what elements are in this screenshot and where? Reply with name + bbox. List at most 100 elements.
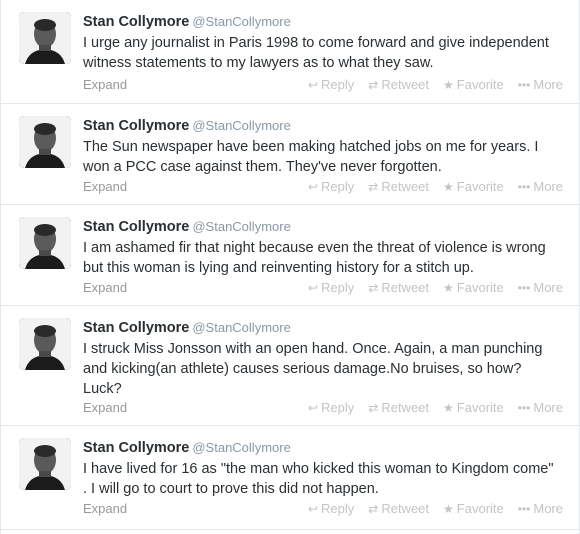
tweet-text: I urge any journalist in Paris 1998 to c… xyxy=(83,35,549,71)
retweet-icon: ⇄ xyxy=(368,77,379,92)
tweet[interactable]: Stan Collymore @StanCollymore I have live… xyxy=(1,426,579,530)
reply-button[interactable]: ↩ Reply xyxy=(308,280,354,295)
retweet-icon: ⇄ xyxy=(368,501,379,516)
retweet-label: Retweet xyxy=(381,77,430,92)
tweet-text: The Sun newspaper have been making hatch… xyxy=(83,139,539,175)
more-label: More xyxy=(533,179,563,194)
more-button[interactable]: ••• More xyxy=(518,280,563,295)
fullname[interactable]: Stan Collymore xyxy=(83,219,189,235)
fullname[interactable]: Stan Collymore xyxy=(83,118,189,134)
username[interactable]: @StanCollymore xyxy=(192,320,290,335)
retweet-button[interactable]: ⇄ Retweet xyxy=(368,501,429,516)
tweet-text: I am ashamed fir that night because even… xyxy=(83,240,546,276)
favorite-button[interactable]: ★ Favorite xyxy=(443,280,504,295)
retweet-label: Retweet xyxy=(381,179,430,194)
retweet-button[interactable]: ⇄ Retweet xyxy=(368,179,429,194)
star-icon: ★ xyxy=(443,501,454,516)
favorite-button[interactable]: ★ Favorite xyxy=(443,400,504,415)
tweet-actions: ↩ Reply ⇄ Retweet ★ Favorite ••• More xyxy=(294,280,563,295)
tweet[interactable]: Stan Collymore @StanCollymore I urge any … xyxy=(1,0,579,104)
timeline: Stan Collymore @StanCollymore I urge any … xyxy=(0,0,580,534)
retweet-button[interactable]: ⇄ Retweet xyxy=(368,280,429,295)
retweet-icon: ⇄ xyxy=(368,400,379,415)
tweet-footer: Expand ↩ Reply ⇄ Retweet ★ Favorite ••• More xyxy=(83,179,563,197)
more-label: More xyxy=(533,501,563,516)
reply-icon: ↩ xyxy=(307,77,319,92)
expand-link[interactable]: Expand xyxy=(83,400,127,415)
tweet-footer: Expand ↩ Reply ⇄ Retweet ★ Favorite ••• More xyxy=(83,280,563,298)
favorite-label: Favorite xyxy=(456,501,504,516)
tweet-actions: ↩ Reply ⇄ Retweet ★ Favorite ••• More xyxy=(294,400,563,415)
tweet[interactable]: Stan Collymore @StanCollymore I am ashame… xyxy=(1,205,579,306)
more-button[interactable]: ••• More xyxy=(518,179,563,194)
username[interactable]: @StanCollymore xyxy=(192,219,290,234)
reply-button[interactable]: ↩ Reply xyxy=(308,179,354,194)
tweet-content: Stan Collymore @StanCollymore I struck Mi… xyxy=(83,318,559,399)
tweet-actions: ↩ Reply ⇄ Retweet ★ Favorite ••• More xyxy=(294,179,563,194)
expand-link[interactable]: Expand xyxy=(83,77,127,92)
favorite-label: Favorite xyxy=(456,179,504,194)
star-icon: ★ xyxy=(443,400,454,415)
fullname[interactable]: Stan Collymore xyxy=(83,14,189,30)
username[interactable]: @StanCollymore xyxy=(192,14,290,29)
tweet-footer: Expand ↩ Reply ⇄ Retweet ★ Favorite ••• More xyxy=(83,501,563,519)
avatar[interactable] xyxy=(19,116,71,168)
expand-link[interactable]: Expand xyxy=(83,280,127,295)
retweet-label: Retweet xyxy=(381,501,430,516)
fullname[interactable]: Stan Collymore xyxy=(83,440,189,456)
expand-link[interactable]: Expand xyxy=(83,179,127,194)
tweet-footer: Expand ↩ Reply ⇄ Retweet ★ Favorite ••• More xyxy=(83,400,563,418)
more-button[interactable]: ••• More xyxy=(518,400,563,415)
more-label: More xyxy=(533,77,563,92)
tweet-actions: ↩ Reply ⇄ Retweet ★ Favorite ••• More xyxy=(294,501,563,516)
reply-label: Reply xyxy=(321,280,355,295)
tweet-content: Stan Collymore @StanCollymore I am ashame… xyxy=(83,217,559,278)
retweet-label: Retweet xyxy=(381,400,430,415)
avatar[interactable] xyxy=(19,12,71,64)
tweet[interactable]: Stan Collymore @StanCollymore I struck Mi… xyxy=(1,306,579,426)
reply-label: Reply xyxy=(321,400,355,415)
retweet-button[interactable]: ⇄ Retweet xyxy=(368,400,429,415)
avatar[interactable] xyxy=(19,318,71,370)
reply-label: Reply xyxy=(321,501,355,516)
tweet-content: Stan Collymore @StanCollymore I have live… xyxy=(83,438,559,499)
fullname[interactable]: Stan Collymore xyxy=(83,320,189,336)
avatar[interactable] xyxy=(19,217,71,269)
tweet-text: I have lived for 16 as "the man who kick… xyxy=(83,461,554,497)
more-button[interactable]: ••• More xyxy=(518,501,563,516)
ellipsis-icon: ••• xyxy=(517,179,531,194)
more-button[interactable]: ••• More xyxy=(518,77,563,92)
reply-button[interactable]: ↩ Reply xyxy=(308,400,354,415)
username[interactable]: @StanCollymore xyxy=(192,440,290,455)
tweet-header: Stan Collymore @StanCollymore xyxy=(83,217,559,236)
tweet-header: Stan Collymore @StanCollymore xyxy=(83,116,559,135)
reply-button[interactable]: ↩ Reply xyxy=(308,77,354,92)
star-icon: ★ xyxy=(443,179,454,194)
username[interactable]: @StanCollymore xyxy=(192,118,290,133)
reply-icon: ↩ xyxy=(307,179,319,194)
reply-icon: ↩ xyxy=(307,501,319,516)
reply-icon: ↩ xyxy=(307,280,319,295)
avatar[interactable] xyxy=(19,438,71,490)
star-icon: ★ xyxy=(443,77,454,92)
tweet-actions: ↩ Reply ⇄ Retweet ★ Favorite ••• More xyxy=(294,77,563,92)
favorite-button[interactable]: ★ Favorite xyxy=(443,179,504,194)
tweet-content: Stan Collymore @StanCollymore The Sun new… xyxy=(83,116,559,177)
reply-icon: ↩ xyxy=(307,400,319,415)
ellipsis-icon: ••• xyxy=(517,400,531,415)
retweet-label: Retweet xyxy=(381,280,430,295)
retweet-button[interactable]: ⇄ Retweet xyxy=(368,77,429,92)
favorite-button[interactable]: ★ Favorite xyxy=(443,77,504,92)
tweet-text: I struck Miss Jonsson with an open hand.… xyxy=(83,341,543,397)
expand-link[interactable]: Expand xyxy=(83,501,127,516)
favorite-label: Favorite xyxy=(456,77,504,92)
tweet-header: Stan Collymore @StanCollymore xyxy=(83,438,559,457)
tweet-header: Stan Collymore @StanCollymore xyxy=(83,318,559,337)
ellipsis-icon: ••• xyxy=(517,77,531,92)
reply-button[interactable]: ↩ Reply xyxy=(308,501,354,516)
favorite-button[interactable]: ★ Favorite xyxy=(443,501,504,516)
star-icon: ★ xyxy=(443,280,454,295)
favorite-label: Favorite xyxy=(456,400,504,415)
tweet[interactable]: Stan Collymore @StanCollymore The Sun new… xyxy=(1,104,579,205)
favorite-label: Favorite xyxy=(456,280,504,295)
